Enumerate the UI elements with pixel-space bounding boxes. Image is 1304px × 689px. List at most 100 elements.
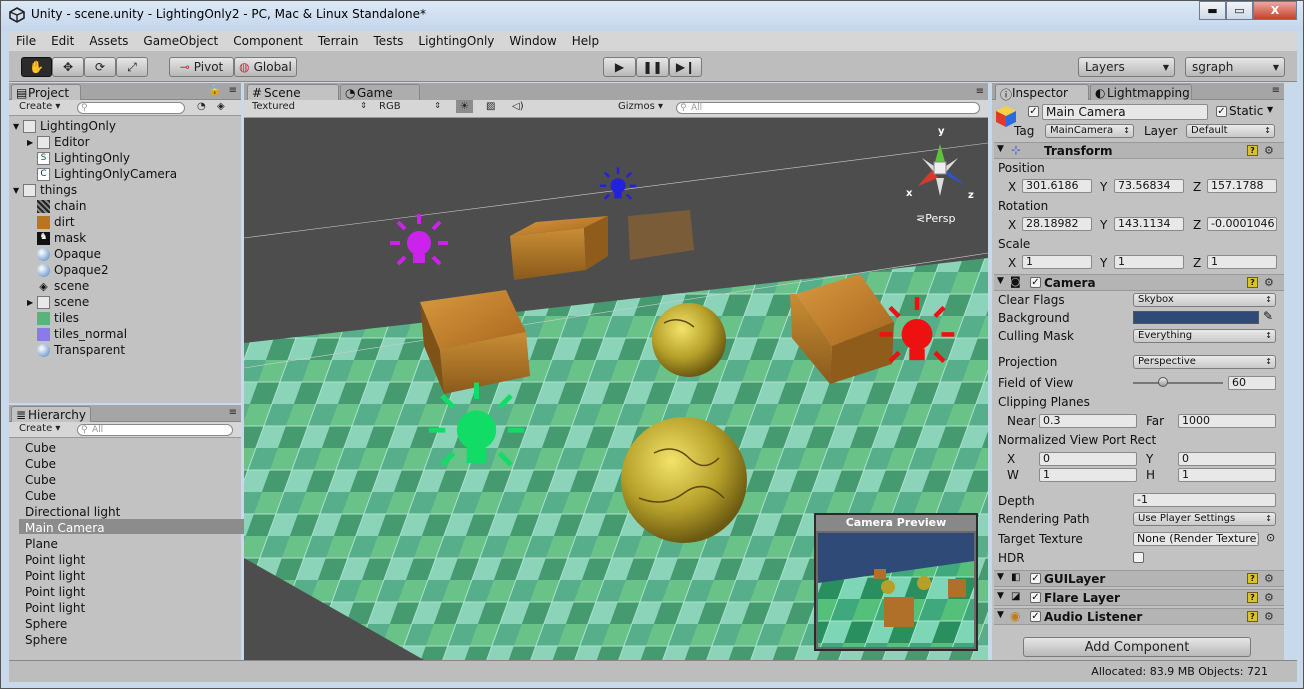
projection-dropdown[interactable]: Perspective xyxy=(1133,355,1276,369)
project-create-dropdown[interactable]: Create ▾ xyxy=(19,101,60,112)
gizmos-dropdown[interactable]: Gizmos ▾ xyxy=(618,101,663,112)
viewport-w-field[interactable]: 1 xyxy=(1039,468,1137,482)
hierarchy-item-sphere[interactable]: Sphere xyxy=(25,617,67,631)
help-icon[interactable]: ? xyxy=(1247,145,1258,156)
scene-search-input[interactable]: ⚲ All xyxy=(676,102,980,114)
tab-hierarchy[interactable]: ≣ Hierarchy xyxy=(11,406,91,422)
move-tool-button[interactable]: ✥ xyxy=(52,57,84,77)
list-item[interactable]: S LightingOnly xyxy=(37,151,130,165)
position-y-field[interactable]: 73.56834 xyxy=(1114,179,1184,193)
scale-x-field[interactable]: 1 xyxy=(1022,255,1092,269)
menu-gameobject[interactable]: GameObject xyxy=(136,34,226,48)
object-active-checkbox[interactable]: ✓ xyxy=(1028,106,1039,117)
panel-menu-icon[interactable]: ≡ xyxy=(1272,85,1280,96)
hierarchy-item-directional-light[interactable]: Directional light xyxy=(25,505,120,519)
lock-icon[interactable]: 🔒 xyxy=(209,85,221,96)
tab-game[interactable]: ◔ Game xyxy=(340,84,420,101)
fov-field[interactable]: 60 xyxy=(1228,376,1276,390)
maximize-button[interactable]: ▭ xyxy=(1226,1,1253,20)
menu-edit[interactable]: Edit xyxy=(44,34,82,48)
transform-header[interactable]: ▼ ⊹ Transform ? ⚙ xyxy=(994,142,1284,159)
tab-scene[interactable]: # Scene xyxy=(247,84,339,101)
orientation-gizmo[interactable]: y x z xyxy=(904,126,976,212)
gear-icon[interactable]: ⚙ xyxy=(1264,572,1274,585)
hand-tool-button[interactable]: ✋ xyxy=(21,57,52,77)
gear-icon[interactable]: ⚙ xyxy=(1264,144,1274,157)
step-button[interactable]: ▶❙ xyxy=(669,57,702,77)
audio-listener-enabled-checkbox[interactable]: ✓ xyxy=(1030,611,1041,622)
help-icon[interactable]: ? xyxy=(1247,592,1258,603)
target-texture-field[interactable]: None (Render Texture) xyxy=(1133,532,1259,546)
object-picker-icon[interactable]: ⊙ xyxy=(1266,531,1275,544)
audio-listener-header[interactable]: ▼ ◉ ✓ Audio Listener ? ⚙ xyxy=(994,608,1284,625)
close-button[interactable]: X xyxy=(1253,1,1297,20)
play-button[interactable]: ▶ xyxy=(603,57,636,77)
guilayer-header[interactable]: ▼ ◧ ✓ GUILayer ? ⚙ xyxy=(994,570,1284,587)
hdr-checkbox[interactable] xyxy=(1133,552,1144,563)
viewport-y-field[interactable]: 0 xyxy=(1178,452,1276,466)
layers-dropdown[interactable]: Layers ▼ xyxy=(1078,57,1175,77)
viewport-x-field[interactable]: 0 xyxy=(1039,452,1137,466)
depth-field[interactable]: -1 xyxy=(1133,493,1276,507)
background-color-swatch[interactable] xyxy=(1133,311,1259,324)
hierarchy-search-input[interactable]: ⚲ All xyxy=(77,424,233,436)
flare-layer-enabled-checkbox[interactable]: ✓ xyxy=(1030,592,1041,603)
global-toggle[interactable]: ◍ Global xyxy=(234,57,297,77)
hierarchy-create-dropdown[interactable]: Create ▾ xyxy=(19,423,60,434)
list-item[interactable]: ▼ LightingOnly xyxy=(13,119,116,133)
menu-window[interactable]: Window xyxy=(502,34,564,48)
eyedropper-icon[interactable]: ✎ xyxy=(1263,309,1273,323)
panel-menu-icon[interactable]: ≡ xyxy=(229,85,237,96)
menu-terrain[interactable]: Terrain xyxy=(311,34,367,48)
rotate-tool-button[interactable]: ⟳ xyxy=(84,57,116,77)
hierarchy-item-cube[interactable]: Cube xyxy=(25,489,56,503)
camera-enabled-checkbox[interactable]: ✓ xyxy=(1030,277,1041,288)
static-dropdown-icon[interactable]: ▼ xyxy=(1267,105,1273,114)
menu-tests[interactable]: Tests xyxy=(367,34,412,48)
hierarchy-item-plane[interactable]: Plane xyxy=(25,537,58,551)
guilayer-enabled-checkbox[interactable]: ✓ xyxy=(1030,573,1041,584)
layout-dropdown[interactable]: sgraph ▼ xyxy=(1185,57,1285,77)
tab-lightmapping[interactable]: ◐ Lightmapping xyxy=(1090,84,1192,100)
near-field[interactable]: 0.3 xyxy=(1039,414,1137,428)
draw-mode-dropdown[interactable]: Textured ⇕ xyxy=(252,101,367,112)
minimize-button[interactable]: ▬ xyxy=(1199,1,1226,20)
tab-project[interactable]: ▤ Project xyxy=(11,84,81,100)
menu-lightingonly[interactable]: LightingOnly xyxy=(411,34,502,48)
list-item[interactable]: C LightingOnlyCamera xyxy=(37,167,177,181)
help-icon[interactable]: ? xyxy=(1247,277,1258,288)
position-x-field[interactable]: 301.6186 xyxy=(1022,179,1092,193)
pause-button[interactable]: ❚❚ xyxy=(636,57,669,77)
scene-viewport[interactable]: y x z ⋜Persp Camera Preview xyxy=(244,118,988,660)
menu-component[interactable]: Component xyxy=(226,34,311,48)
position-z-field[interactable]: 157.1788 xyxy=(1207,179,1277,193)
hierarchy-item-point-light[interactable]: Point light xyxy=(25,585,85,599)
scene-audio-toggle[interactable]: ◁) xyxy=(508,100,528,113)
list-item[interactable]: ◈ scene xyxy=(37,279,89,293)
camera-header[interactable]: ▼ ◙ ✓ Camera ? ⚙ xyxy=(994,274,1284,291)
help-icon[interactable]: ? xyxy=(1247,611,1258,622)
scale-y-field[interactable]: 1 xyxy=(1114,255,1184,269)
filter-type-icon[interactable]: ◔ xyxy=(197,101,206,112)
tag-dropdown[interactable]: MainCamera xyxy=(1045,124,1134,138)
scale-tool-button[interactable]: ⤢ xyxy=(116,57,148,77)
hierarchy-item-sphere[interactable]: Sphere xyxy=(25,633,67,647)
viewport-h-field[interactable]: 1 xyxy=(1178,468,1276,482)
scene-fx-toggle[interactable]: ▨ xyxy=(482,100,499,113)
project-search-input[interactable]: ⚲ xyxy=(77,102,185,114)
menu-assets[interactable]: Assets xyxy=(82,34,136,48)
channel-dropdown[interactable]: RGB ⇕ xyxy=(379,101,441,112)
gear-icon[interactable]: ⚙ xyxy=(1264,276,1274,289)
filter-label-icon[interactable]: ◈ xyxy=(217,101,225,112)
panel-menu-icon[interactable]: ≡ xyxy=(229,407,237,418)
list-item[interactable]: Opaque xyxy=(37,247,101,261)
rendering-path-dropdown[interactable]: Use Player Settings xyxy=(1133,512,1276,526)
rotation-x-field[interactable]: 28.18982 xyxy=(1022,217,1092,231)
hierarchy-item-point-light[interactable]: Point light xyxy=(25,569,85,583)
hierarchy-item-cube[interactable]: Cube xyxy=(25,473,56,487)
list-item[interactable]: ▼ things xyxy=(13,183,77,197)
layer-dropdown[interactable]: Default xyxy=(1186,124,1275,138)
panel-menu-icon[interactable]: ≡ xyxy=(976,86,984,97)
add-component-button[interactable]: Add Component xyxy=(1023,637,1251,657)
far-field[interactable]: 1000 xyxy=(1178,414,1276,428)
